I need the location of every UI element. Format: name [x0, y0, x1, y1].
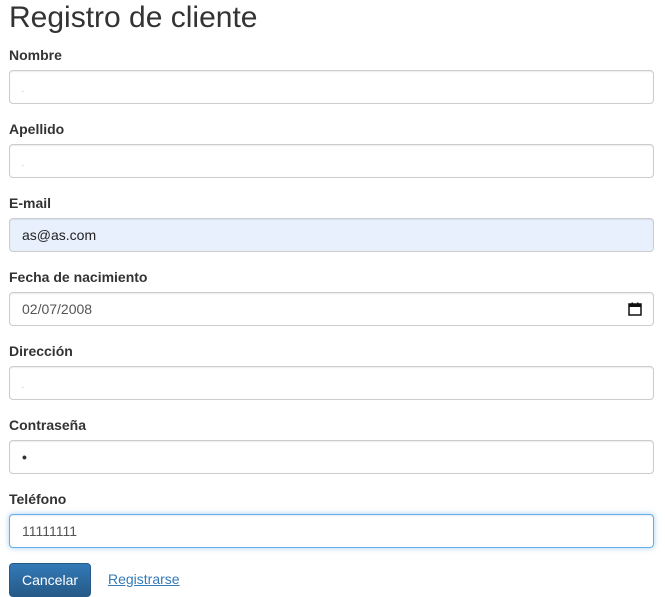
telefono-input[interactable]: 11111111 — [9, 514, 654, 548]
fecha-nacimiento-label: Fecha de nacimiento — [9, 269, 148, 285]
direccion-label: Dirección — [9, 343, 73, 359]
telefono-value: 11111111 — [22, 523, 78, 539]
nombre-value: . — [22, 86, 24, 94]
direccion-input[interactable]: . — [9, 366, 654, 400]
apellido-label: Apellido — [9, 121, 65, 137]
telefono-label: Teléfono — [9, 491, 67, 507]
contrasena-label: Contraseña — [9, 417, 87, 433]
email-value: as@as.com — [22, 227, 97, 243]
nombre-input[interactable]: . — [9, 70, 654, 104]
direccion-value: . — [22, 382, 24, 390]
contrasena-value: • — [22, 449, 27, 465]
page-title: Registro de cliente — [9, 1, 258, 34]
register-link[interactable]: Registrarse — [108, 571, 180, 587]
apellido-value: . — [22, 160, 24, 168]
calendar-icon[interactable] — [628, 302, 642, 316]
email-input[interactable]: as@as.com — [9, 218, 654, 252]
apellido-input[interactable]: . — [9, 144, 654, 178]
cancel-button[interactable]: Cancelar — [9, 563, 91, 597]
fecha-nacimiento-input[interactable]: 02/07/2008 — [9, 292, 654, 326]
contrasena-input[interactable]: • — [9, 440, 654, 474]
nombre-label: Nombre — [9, 47, 62, 63]
fecha-nacimiento-value: 02/07/2008 — [22, 301, 93, 317]
email-label: E-mail — [9, 195, 52, 211]
